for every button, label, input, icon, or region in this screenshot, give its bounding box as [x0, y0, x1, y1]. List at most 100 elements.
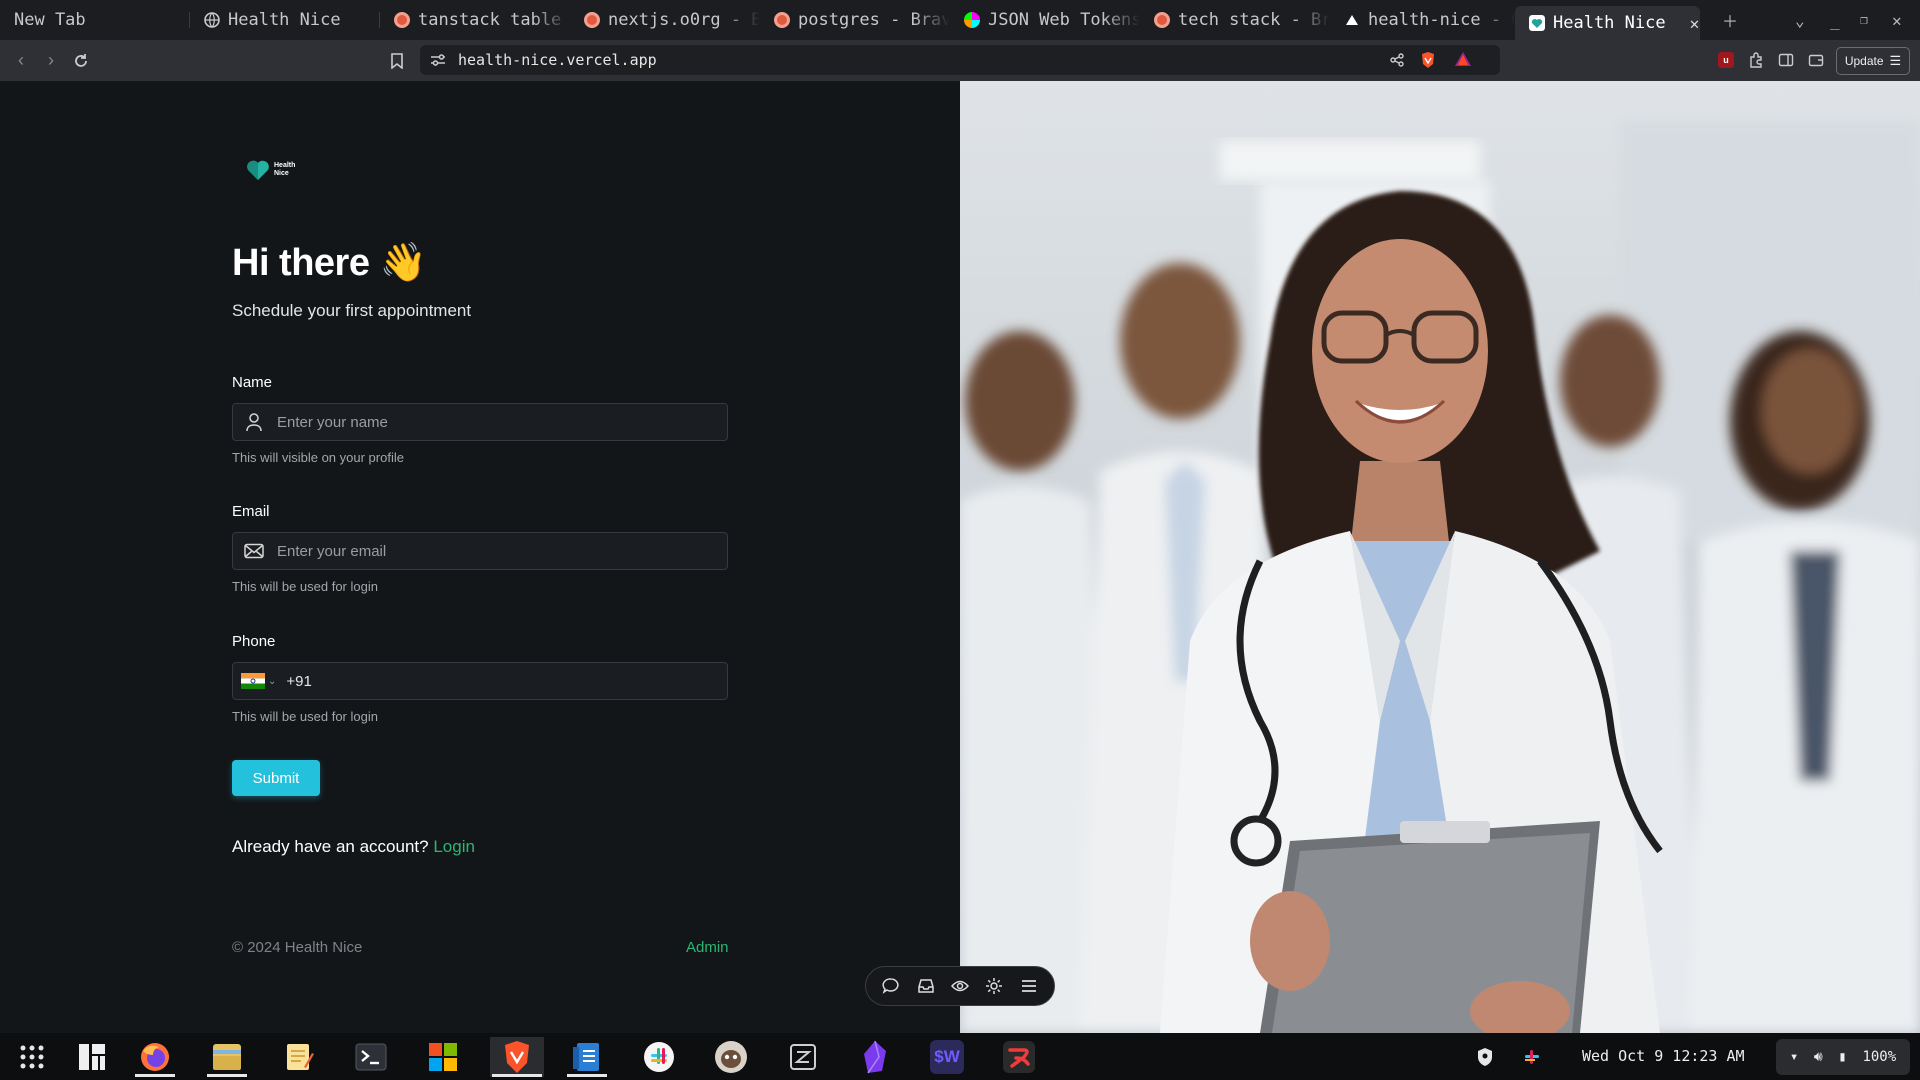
- back-icon[interactable]: ‹: [6, 46, 36, 76]
- submit-button[interactable]: Submit: [232, 760, 320, 796]
- page-subtitle: Schedule your first appointment: [232, 301, 472, 320]
- volume-icon: 🔊︎: [1813, 1049, 1823, 1065]
- extensions-icon[interactable]: [1748, 52, 1764, 68]
- address-bar[interactable]: health-nice.vercel.app: [420, 45, 1500, 75]
- email-input[interactable]: Enter your email: [232, 532, 728, 570]
- security-shield-icon[interactable]: [1476, 1047, 1494, 1067]
- india-flag-icon: [241, 673, 265, 689]
- app-grid-icon[interactable]: [10, 1037, 54, 1077]
- bookmark-icon[interactable]: [382, 46, 412, 76]
- brave-icon: [1154, 12, 1170, 28]
- terminal-icon[interactable]: [349, 1037, 393, 1077]
- tab-title: JSON Web Tokens: [988, 10, 1140, 30]
- email-label: Email: [232, 503, 270, 520]
- name-input[interactable]: Enter your name: [232, 403, 728, 441]
- comment-icon[interactable]: [880, 975, 902, 997]
- forward-icon[interactable]: ›: [36, 46, 66, 76]
- new-tab-icon[interactable]: ＋: [1722, 0, 1738, 40]
- floating-toolbar: [865, 966, 1055, 1006]
- tab-list-chevron-icon[interactable]: ⌄: [1795, 0, 1805, 40]
- brave-shields-icon[interactable]: [1420, 51, 1436, 69]
- running-indicator: [492, 1074, 542, 1077]
- minimize-icon[interactable]: _: [1830, 0, 1840, 40]
- text-editor-icon[interactable]: [277, 1037, 321, 1077]
- doctors-photo: [960, 81, 1920, 1033]
- stackwise-icon[interactable]: $W: [925, 1037, 969, 1077]
- avatar-app-icon[interactable]: [709, 1037, 753, 1077]
- tab-jwt[interactable]: JSON Web Tokens: [950, 0, 1140, 40]
- wifi-icon: ▾: [1789, 1049, 1799, 1065]
- site-settings-icon[interactable]: [430, 53, 446, 67]
- settings-icon[interactable]: [983, 975, 1005, 997]
- health-heart-icon: [1529, 15, 1545, 31]
- brave-browser-icon[interactable]: [490, 1037, 544, 1077]
- browser-tab-strip: New Tab Health Nice tanstack table - nex…: [0, 0, 1920, 40]
- window-close-icon[interactable]: ✕: [1892, 0, 1902, 40]
- tab-nextjs[interactable]: nextjs.o0rg - Br: [570, 0, 760, 40]
- tab-title: tanstack table -: [418, 10, 570, 30]
- tab-postgres[interactable]: postgres - Brave: [760, 0, 950, 40]
- phone-value: +91: [286, 672, 312, 690]
- brave-icon: [584, 12, 600, 28]
- tab-title: postgres - Brave: [798, 10, 950, 30]
- inbox-icon[interactable]: [915, 975, 937, 997]
- update-button[interactable]: Update ☰: [1836, 47, 1910, 75]
- tab-tech-stack[interactable]: tech stack - Br: [1140, 0, 1330, 40]
- brave-rewards-icon[interactable]: [1454, 51, 1472, 67]
- tab-tanstack[interactable]: tanstack table -: [380, 0, 570, 40]
- tab-health-nice-vercel[interactable]: health-nice - O: [1330, 0, 1515, 40]
- name-label: Name: [232, 374, 273, 391]
- tab-title: Health Nice: [1553, 13, 1666, 33]
- tab-new-tab[interactable]: New Tab: [0, 0, 190, 40]
- eye-icon[interactable]: [949, 975, 971, 997]
- logo-line2: Nice: [274, 170, 289, 177]
- logo: Health Nice: [246, 159, 295, 181]
- ublock-icon[interactable]: u: [1718, 52, 1734, 68]
- files-icon[interactable]: [205, 1037, 249, 1077]
- page-title: Hi there 👋: [232, 242, 427, 284]
- slack-icon[interactable]: [637, 1037, 681, 1077]
- writer-icon[interactable]: [565, 1037, 609, 1077]
- reload-icon[interactable]: [66, 46, 96, 76]
- name-hint: This will visible on your profile: [232, 450, 404, 465]
- tab-health-nice[interactable]: Health Nice: [190, 0, 380, 40]
- name-placeholder: Enter your name: [277, 413, 388, 431]
- tab-title: New Tab: [14, 10, 86, 30]
- software-store-icon[interactable]: [421, 1037, 465, 1077]
- system-tray[interactable]: ▾ 🔊︎ ▮ 100%: [1776, 1039, 1910, 1075]
- chevron-down-icon: ⌄: [268, 675, 277, 687]
- logo-line1: Health: [274, 162, 296, 169]
- slack-tray-icon[interactable]: [1522, 1047, 1542, 1067]
- login-link[interactable]: Login: [433, 837, 475, 856]
- email-placeholder: Enter your email: [277, 542, 387, 560]
- running-indicator: [567, 1074, 607, 1077]
- sidebar-icon[interactable]: [1778, 52, 1794, 68]
- manjaro-icon[interactable]: [70, 1037, 114, 1077]
- phone-input[interactable]: ⌄ +91: [232, 662, 728, 700]
- globe-icon: [204, 12, 220, 28]
- login-prompt-text: Already have an account?: [232, 837, 429, 856]
- update-label: Update: [1844, 54, 1884, 68]
- screen: New Tab Health Nice tanstack table - nex…: [0, 0, 1920, 1080]
- jwt-icon: [964, 12, 980, 28]
- country-select[interactable]: ⌄: [241, 673, 276, 689]
- admin-link[interactable]: Admin: [686, 939, 729, 956]
- postman-icon[interactable]: [997, 1037, 1041, 1077]
- firefox-icon[interactable]: [133, 1037, 177, 1077]
- url-text: health-nice.vercel.app: [458, 51, 657, 69]
- login-prompt: Already have an account? Login: [232, 837, 475, 857]
- logo-text: Health Nice: [274, 162, 295, 178]
- tab-title: tech stack - Br: [1178, 10, 1330, 30]
- user-icon: [243, 411, 265, 433]
- menu-icon: ☰: [1889, 53, 1902, 68]
- battery-icon: ▮: [1838, 1049, 1847, 1065]
- close-tab-icon[interactable]: ✕: [1666, 14, 1700, 33]
- obsidian-icon[interactable]: [853, 1037, 897, 1077]
- tab-health-nice-active[interactable]: Health Nice ✕: [1515, 6, 1700, 40]
- menu-lines-icon[interactable]: [1018, 975, 1040, 997]
- wallet-icon[interactable]: [1808, 52, 1824, 68]
- share-icon[interactable]: [1390, 53, 1404, 67]
- zed-editor-icon[interactable]: [781, 1037, 825, 1077]
- restore-icon[interactable]: ❐: [1860, 0, 1868, 40]
- clock[interactable]: Wed Oct 9 12:23 AM: [1582, 1047, 1745, 1065]
